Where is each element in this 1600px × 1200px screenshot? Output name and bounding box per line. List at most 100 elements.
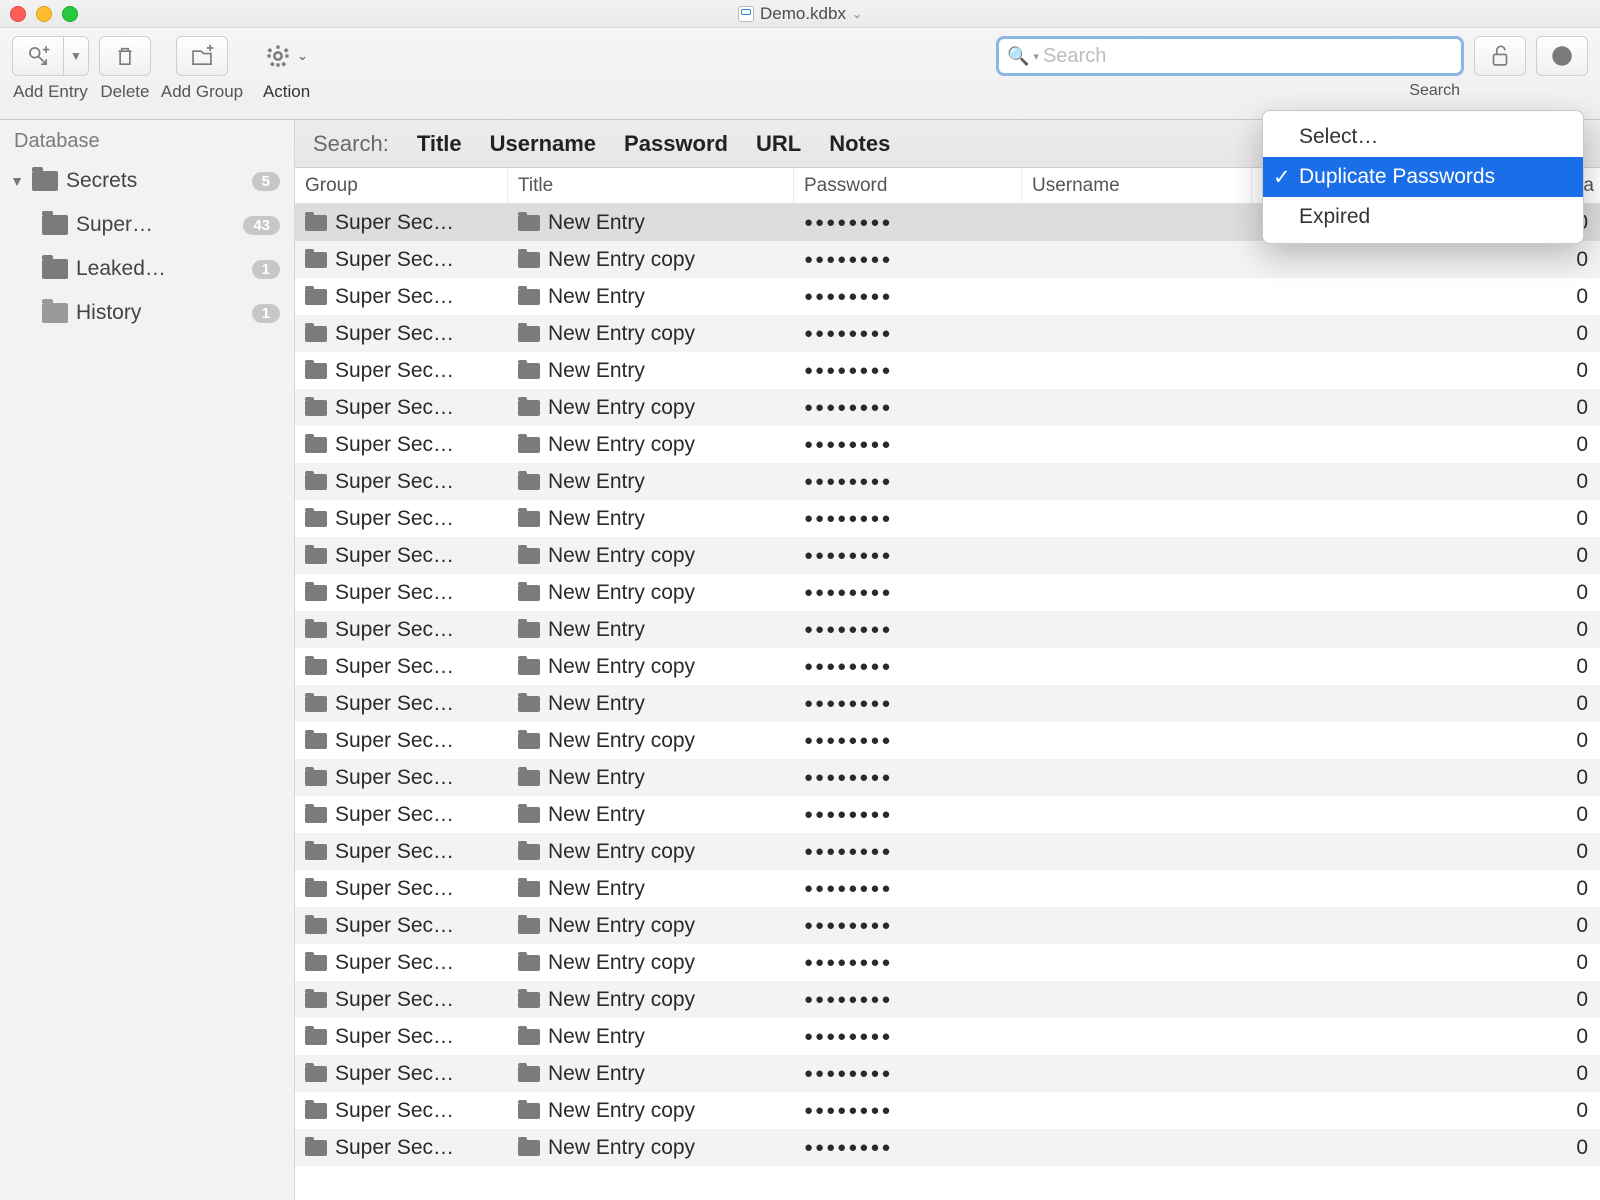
table-row[interactable]: Super Sec…New Entry●●●●●●●●0: [295, 870, 1600, 907]
table-row[interactable]: Super Sec…New Entry copy●●●●●●●●0: [295, 241, 1600, 278]
table-row[interactable]: Super Sec…New Entry●●●●●●●●0: [295, 611, 1600, 648]
folder-icon: [305, 326, 327, 342]
cell-title: New Entry: [508, 278, 794, 315]
window-title: Demo.kdbx ⌄: [0, 4, 1600, 24]
col-password[interactable]: Password: [794, 168, 1022, 203]
folder-icon: [305, 733, 327, 749]
folder-icon: [305, 770, 327, 786]
main-toolbar: ▼ Add Entry Delete Add Group ⌄ Action 🔍 …: [0, 28, 1600, 120]
sidebar-item-secrets[interactable]: ▼Secrets5: [0, 159, 294, 203]
cell-group: Super Sec…: [295, 426, 508, 463]
filter-title[interactable]: Title: [417, 131, 462, 157]
action-label: Action: [263, 82, 310, 102]
table-row[interactable]: Super Sec…New Entry●●●●●●●●0: [295, 796, 1600, 833]
folder-icon: [305, 1029, 327, 1045]
action-button[interactable]: ⌄: [253, 36, 320, 76]
cell-attachments: 0: [1540, 1092, 1600, 1129]
folder-icon: [305, 622, 327, 638]
lock-button[interactable]: [1474, 36, 1526, 76]
cell-url: [1252, 315, 1540, 352]
sidebar-item-history[interactable]: History1: [0, 291, 294, 335]
cell-url: [1252, 944, 1540, 981]
delete-button[interactable]: [99, 36, 151, 76]
action-group: ⌄ Action: [253, 36, 320, 102]
cell-attachments: 0: [1540, 278, 1600, 315]
table-row[interactable]: Super Sec…New Entry●●●●●●●●0: [295, 1018, 1600, 1055]
cell-username: [1022, 1055, 1252, 1092]
folder-icon: [518, 326, 540, 342]
info-button[interactable]: [1536, 36, 1588, 76]
col-title[interactable]: Title: [508, 168, 794, 203]
cell-url: [1252, 759, 1540, 796]
filter-notes[interactable]: Notes: [829, 131, 890, 157]
col-group[interactable]: Group: [295, 168, 508, 203]
filter-username[interactable]: Username: [490, 131, 596, 157]
table-row[interactable]: Super Sec…New Entry copy●●●●●●●●0: [295, 1092, 1600, 1129]
cell-title: New Entry: [508, 463, 794, 500]
cell-password: ●●●●●●●●: [794, 389, 1022, 426]
col-username[interactable]: Username: [1022, 168, 1252, 203]
table-row[interactable]: Super Sec…New Entry copy●●●●●●●●0: [295, 315, 1600, 352]
cell-title: New Entry copy: [508, 944, 794, 981]
folder-icon: [518, 918, 540, 934]
cell-title: New Entry copy: [508, 389, 794, 426]
cell-title: New Entry copy: [508, 1092, 794, 1129]
table-row[interactable]: Super Sec…New Entry copy●●●●●●●●0: [295, 426, 1600, 463]
sidebar-item-super[interactable]: Super…43: [0, 203, 294, 247]
menu-item-duplicatepasswords[interactable]: ✓Duplicate Passwords: [1263, 157, 1583, 197]
title-chevron-icon[interactable]: ⌄: [852, 7, 862, 21]
search-input[interactable]: [1043, 45, 1453, 68]
table-row[interactable]: Super Sec…New Entry copy●●●●●●●●0: [295, 981, 1600, 1018]
table-row[interactable]: Super Sec…New Entry●●●●●●●●0: [295, 463, 1600, 500]
table-row[interactable]: Super Sec…New Entry●●●●●●●●0: [295, 500, 1600, 537]
disclosure-triangle-icon[interactable]: ▼: [10, 173, 24, 189]
folder-icon: [518, 511, 540, 527]
menu-item-label: Duplicate Passwords: [1299, 165, 1495, 189]
sidebar-item-leaked[interactable]: Leaked…1: [0, 247, 294, 291]
table-row[interactable]: Super Sec…New Entry copy●●●●●●●●0: [295, 944, 1600, 981]
table-row[interactable]: Super Sec…New Entry copy●●●●●●●●0: [295, 648, 1600, 685]
table-row[interactable]: Super Sec…New Entry copy●●●●●●●●0: [295, 1129, 1600, 1166]
folder-icon: [518, 770, 540, 786]
add-group-button[interactable]: [176, 36, 228, 76]
cell-url: [1252, 1055, 1540, 1092]
cell-group: Super Sec…: [295, 648, 508, 685]
table-row[interactable]: Super Sec…New Entry copy●●●●●●●●0: [295, 722, 1600, 759]
table-row[interactable]: Super Sec…New Entry●●●●●●●●0: [295, 352, 1600, 389]
cell-username: [1022, 426, 1252, 463]
cell-group: Super Sec…: [295, 278, 508, 315]
table-row[interactable]: Super Sec…New Entry copy●●●●●●●●0: [295, 833, 1600, 870]
add-entry-button[interactable]: [12, 36, 63, 76]
cell-username: [1022, 685, 1252, 722]
table-row[interactable]: Super Sec…New Entry copy●●●●●●●●0: [295, 537, 1600, 574]
table-row[interactable]: Super Sec…New Entry copy●●●●●●●●0: [295, 907, 1600, 944]
cell-url: [1252, 537, 1540, 574]
cell-url: [1252, 907, 1540, 944]
menu-item-expired[interactable]: Expired: [1263, 197, 1583, 237]
info-label: [1560, 82, 1565, 102]
cell-attachments: 0: [1540, 500, 1600, 537]
cell-title: New Entry: [508, 796, 794, 833]
filter-url[interactable]: URL: [756, 131, 801, 157]
add-entry-dropdown[interactable]: ▼: [63, 36, 89, 76]
filter-password[interactable]: Password: [624, 131, 728, 157]
cell-group: Super Sec…: [295, 870, 508, 907]
search-scope-chevron-icon[interactable]: ▾: [1033, 50, 1039, 63]
cell-username: [1022, 944, 1252, 981]
cell-username: [1022, 611, 1252, 648]
cell-password: ●●●●●●●●: [794, 722, 1022, 759]
folder-icon: [305, 918, 327, 934]
table-row[interactable]: Super Sec…New Entry copy●●●●●●●●0: [295, 389, 1600, 426]
menu-item-select[interactable]: Select…: [1263, 117, 1583, 157]
search-field[interactable]: 🔍 ▾: [996, 36, 1464, 76]
table-row[interactable]: Super Sec…New Entry●●●●●●●●0: [295, 685, 1600, 722]
cell-group: Super Sec…: [295, 722, 508, 759]
table-row[interactable]: Super Sec…New Entry copy●●●●●●●●0: [295, 574, 1600, 611]
cell-password: ●●●●●●●●: [794, 315, 1022, 352]
table-row[interactable]: Super Sec…New Entry●●●●●●●●0: [295, 759, 1600, 796]
cell-password: ●●●●●●●●: [794, 870, 1022, 907]
table-row[interactable]: Super Sec…New Entry●●●●●●●●0: [295, 1055, 1600, 1092]
cell-group: Super Sec…: [295, 500, 508, 537]
cell-attachments: 0: [1540, 796, 1600, 833]
table-row[interactable]: Super Sec…New Entry●●●●●●●●0: [295, 278, 1600, 315]
